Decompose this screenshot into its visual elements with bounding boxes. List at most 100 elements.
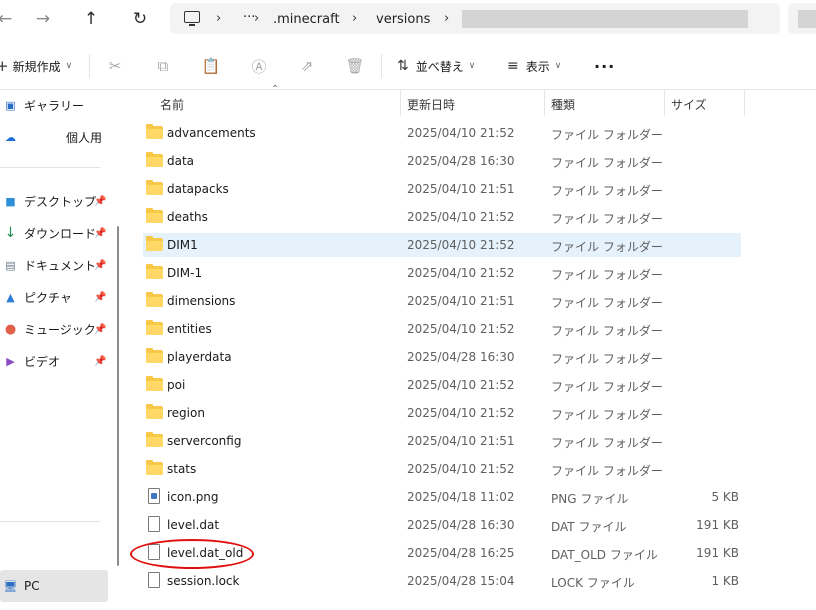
forward-arrow-icon[interactable]: → [30, 6, 56, 32]
file-type: ファイル フォルダー [551, 212, 663, 226]
view-lines-icon: ≡ [507, 58, 519, 74]
refresh-icon[interactable]: ↻ [127, 6, 153, 32]
pin-icon[interactable]: 📌 [94, 292, 106, 303]
delete-icon[interactable]: 🗑 [345, 56, 365, 76]
folder-icon [146, 404, 163, 419]
sidebar-item-downloads[interactable]: ↓ ダウンロード 📌 [0, 219, 108, 247]
chevron-down-icon: ∨ [65, 61, 73, 71]
table-row[interactable]: poi 2025/04/10 21:52 ファイル フォルダー [143, 373, 741, 397]
table-row[interactable]: playerdata 2025/04/28 16:30 ファイル フォルダー [143, 345, 741, 369]
file-date: 2025/04/10 21:51 [407, 294, 515, 308]
table-row[interactable]: deaths 2025/04/10 21:52 ファイル フォルダー [143, 205, 741, 229]
sidebar-item-documents[interactable]: ▤ ドキュメント 📌 [0, 251, 108, 279]
gallery-icon: ▣ [5, 98, 16, 112]
file-name: data [167, 154, 195, 168]
folder-icon [146, 236, 163, 251]
back-arrow-icon[interactable]: ← [0, 6, 18, 32]
pc-icon: 🖥 [3, 579, 18, 593]
paste-icon[interactable]: 📋 [201, 56, 221, 76]
column-header-name[interactable]: 名前 [160, 96, 184, 113]
table-row[interactable]: DIM1 2025/04/10 21:52 ファイル フォルダー [143, 233, 741, 257]
folder-icon [146, 348, 163, 363]
table-row[interactable]: session.lock 2025/04/28 15:04 LOCK ファイル 1 K… [143, 569, 741, 593]
file-date: 2025/04/10 21:52 [407, 210, 515, 224]
column-header-date[interactable]: 更新日時 [407, 96, 455, 113]
folder-icon [146, 292, 163, 307]
table-row[interactable]: dimensions 2025/04/10 21:51 ファイル フォルダー [143, 289, 741, 313]
table-row[interactable]: data 2025/04/28 16:30 ファイル フォルダー [143, 149, 741, 173]
table-row[interactable]: entities 2025/04/10 21:52 ファイル フォルダー [143, 317, 741, 341]
folder-icon [146, 376, 163, 391]
folder-icon [146, 460, 163, 475]
file-date: 2025/04/10 21:52 [407, 126, 515, 140]
crumb-separator: › [216, 11, 222, 26]
file-name: playerdata [167, 350, 232, 364]
file-date: 2025/04/10 21:52 [407, 238, 515, 252]
address-box[interactable]: › ··· › .minecraft › versions › [170, 3, 780, 34]
sidebar-item-personal[interactable]: ☁ 個人用 [0, 123, 108, 151]
file-type: DAT ファイル [551, 520, 627, 534]
documents-icon: ▤ [5, 258, 16, 272]
redacted-crumb [462, 10, 748, 28]
table-row[interactable]: serverconfig 2025/04/10 21:51 ファイル フォルダー [143, 429, 741, 453]
chevron-down-icon: ∨ [468, 61, 476, 71]
file-type: ファイル フォルダー [551, 184, 663, 198]
crumb-separator: › [444, 11, 450, 26]
search-box[interactable] [788, 3, 816, 34]
file-date: 2025/04/10 21:52 [407, 462, 515, 476]
table-row[interactable]: advancements 2025/04/10 21:52 ファイル フォルダー [143, 121, 741, 145]
table-row[interactable]: icon.png 2025/04/18 11:02 PNG ファイル 5 KB [143, 485, 741, 509]
rename-icon[interactable]: Ⓐ [249, 56, 269, 76]
column-divider[interactable] [544, 90, 545, 116]
pin-icon[interactable]: 📌 [94, 260, 106, 271]
file-name: datapacks [167, 182, 229, 196]
file-date: 2025/04/28 16:25 [407, 546, 515, 560]
table-row[interactable]: stats 2025/04/10 21:52 ファイル フォルダー [143, 457, 741, 481]
view-button[interactable]: ≡ 表示 ∨ [507, 54, 561, 78]
column-divider[interactable] [744, 90, 745, 116]
up-arrow-icon[interactable]: ↑ [78, 6, 104, 32]
sidebar-scrollbar[interactable] [117, 226, 119, 566]
crumb-minecraft[interactable]: .minecraft [273, 12, 340, 27]
cut-icon[interactable]: ✂ [105, 56, 125, 76]
red-highlight-circle [130, 539, 254, 569]
sidebar-item-video[interactable]: ▶ ビデオ 📌 [0, 347, 108, 375]
table-row[interactable]: datapacks 2025/04/10 21:51 ファイル フォルダー [143, 177, 741, 201]
file-type: ファイル フォルダー [551, 240, 663, 254]
share-icon[interactable]: ⇗ [297, 56, 317, 76]
sort-button[interactable]: ⇅ 並べ替え ∨ [397, 54, 475, 78]
view-button-label: 表示 [525, 59, 550, 74]
column-header-size[interactable]: サイズ [671, 96, 707, 113]
file-type: ファイル フォルダー [551, 268, 663, 282]
sidebar-item-desktop[interactable]: ■ デスクトップ 📌 [0, 187, 108, 215]
file-size: 191 KB [696, 546, 739, 560]
sidebar-item-gallery[interactable]: ▣ ギャラリー [0, 91, 108, 119]
sidebar-item-label: ビデオ [24, 354, 61, 369]
pin-icon[interactable]: 📌 [94, 196, 106, 207]
plus-icon: + [0, 57, 9, 75]
column-header-type[interactable]: 種類 [551, 96, 575, 113]
pin-icon[interactable]: 📌 [94, 324, 106, 335]
sidebar-item-pc[interactable]: 🖥 PC [0, 570, 108, 602]
folder-icon [146, 208, 163, 223]
sidebar-item-music[interactable]: ● ミュージック 📌 [0, 315, 108, 343]
pin-icon[interactable]: 📌 [94, 228, 106, 239]
copy-icon[interactable]: ⧉ [153, 56, 173, 76]
sidebar-item-pictures[interactable]: ▲ ピクチャ 📌 [0, 283, 108, 311]
pin-icon[interactable]: 📌 [94, 356, 106, 367]
folder-icon [146, 152, 163, 167]
table-row[interactable]: level.dat 2025/04/28 16:30 DAT ファイル 191 KB [143, 513, 741, 537]
table-row[interactable]: DIM-1 2025/04/10 21:52 ファイル フォルダー [143, 261, 741, 285]
table-row[interactable]: region 2025/04/10 21:52 ファイル フォルダー [143, 401, 741, 425]
new-button[interactable]: + 新規作成 ∨ [0, 54, 72, 78]
crumb-versions[interactable]: versions [376, 12, 430, 27]
navigation-pane: ▣ ギャラリー ☁ 個人用 ■ デスクトップ 📌 ↓ ダウンロード 📌 ▤ ドキ… [0, 90, 125, 610]
file-type: ファイル フォルダー [551, 156, 663, 170]
file-date: 2025/04/28 16:30 [407, 518, 515, 532]
sidebar-item-label: ピクチャ [24, 290, 72, 305]
column-divider[interactable] [400, 90, 401, 116]
column-divider[interactable] [664, 90, 665, 116]
file-date: 2025/04/10 21:52 [407, 406, 515, 420]
more-options-button[interactable]: ··· [594, 54, 615, 78]
file-type: PNG ファイル [551, 492, 629, 506]
